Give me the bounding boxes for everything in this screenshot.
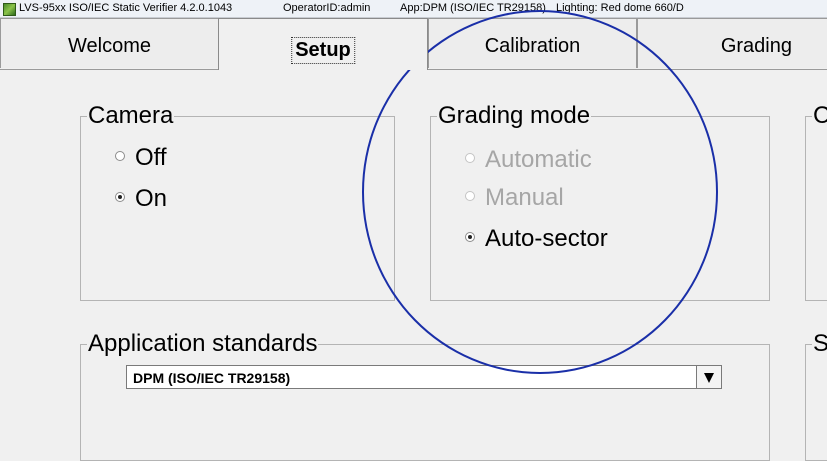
application-standard-value: DPM (ISO/IEC TR29158): [133, 370, 291, 386]
window-title-bar: LVS-95xx ISO/IEC Static Verifier 4.2.0.1…: [0, 0, 827, 18]
tab-calibration[interactable]: Calibration: [428, 18, 637, 68]
radio-manual-indicator: [465, 190, 475, 201]
application-standards-group: Application standards: [80, 331, 770, 461]
radio-auto-sector-indicator: [465, 231, 475, 242]
application-info: App:DPM (ISO/IEC TR29158): [400, 2, 546, 14]
app-icon: [3, 3, 16, 16]
dropdown-arrow-icon[interactable]: [696, 366, 721, 388]
grading-automatic-radio[interactable]: Automatic: [465, 146, 592, 174]
radio-on-indicator: [115, 191, 125, 202]
application-standard-select[interactable]: DPM (ISO/IEC TR29158): [126, 365, 722, 389]
radio-automatic-indicator: [465, 152, 475, 163]
grading-manual-radio[interactable]: Manual: [465, 184, 564, 212]
tab-strip: Welcome Setup Calibration Grading: [0, 18, 827, 70]
tab-welcome-label: Welcome: [68, 35, 151, 57]
operator-id: OperatorID:admin: [283, 2, 371, 14]
lighting-info: Lighting: Red dome 660/D: [556, 2, 684, 14]
tab-calibration-label: Calibration: [484, 35, 581, 57]
tab-welcome[interactable]: Welcome: [0, 18, 219, 68]
grading-manual-label: Manual: [485, 184, 564, 211]
bottom-right-group-legend: S: [813, 330, 827, 357]
bottom-right-group: S: [805, 331, 827, 461]
grading-mode-legend: Grading mode: [438, 102, 591, 129]
top-right-group-legend: C: [813, 102, 827, 129]
tab-grading[interactable]: Grading: [637, 18, 827, 68]
camera-on-label: On: [135, 185, 168, 212]
grading-auto-sector-label: Auto-sector: [485, 225, 608, 252]
tab-grading-label: Grading: [720, 35, 792, 57]
window-title: LVS-95xx ISO/IEC Static Verifier 4.2.0.1…: [19, 2, 233, 14]
camera-off-radio[interactable]: Off: [115, 144, 167, 172]
camera-off-label: Off: [135, 144, 167, 171]
tab-setup-label: Setup: [291, 37, 355, 64]
grading-auto-sector-radio[interactable]: Auto-sector: [465, 225, 608, 253]
top-right-group: C: [805, 103, 827, 301]
grading-automatic-label: Automatic: [485, 146, 592, 173]
radio-off-indicator: [115, 150, 125, 161]
camera-group-legend: Camera: [88, 102, 174, 129]
camera-on-radio[interactable]: On: [115, 185, 167, 213]
tab-setup[interactable]: Setup: [218, 18, 428, 70]
application-standards-legend: Application standards: [88, 330, 318, 357]
